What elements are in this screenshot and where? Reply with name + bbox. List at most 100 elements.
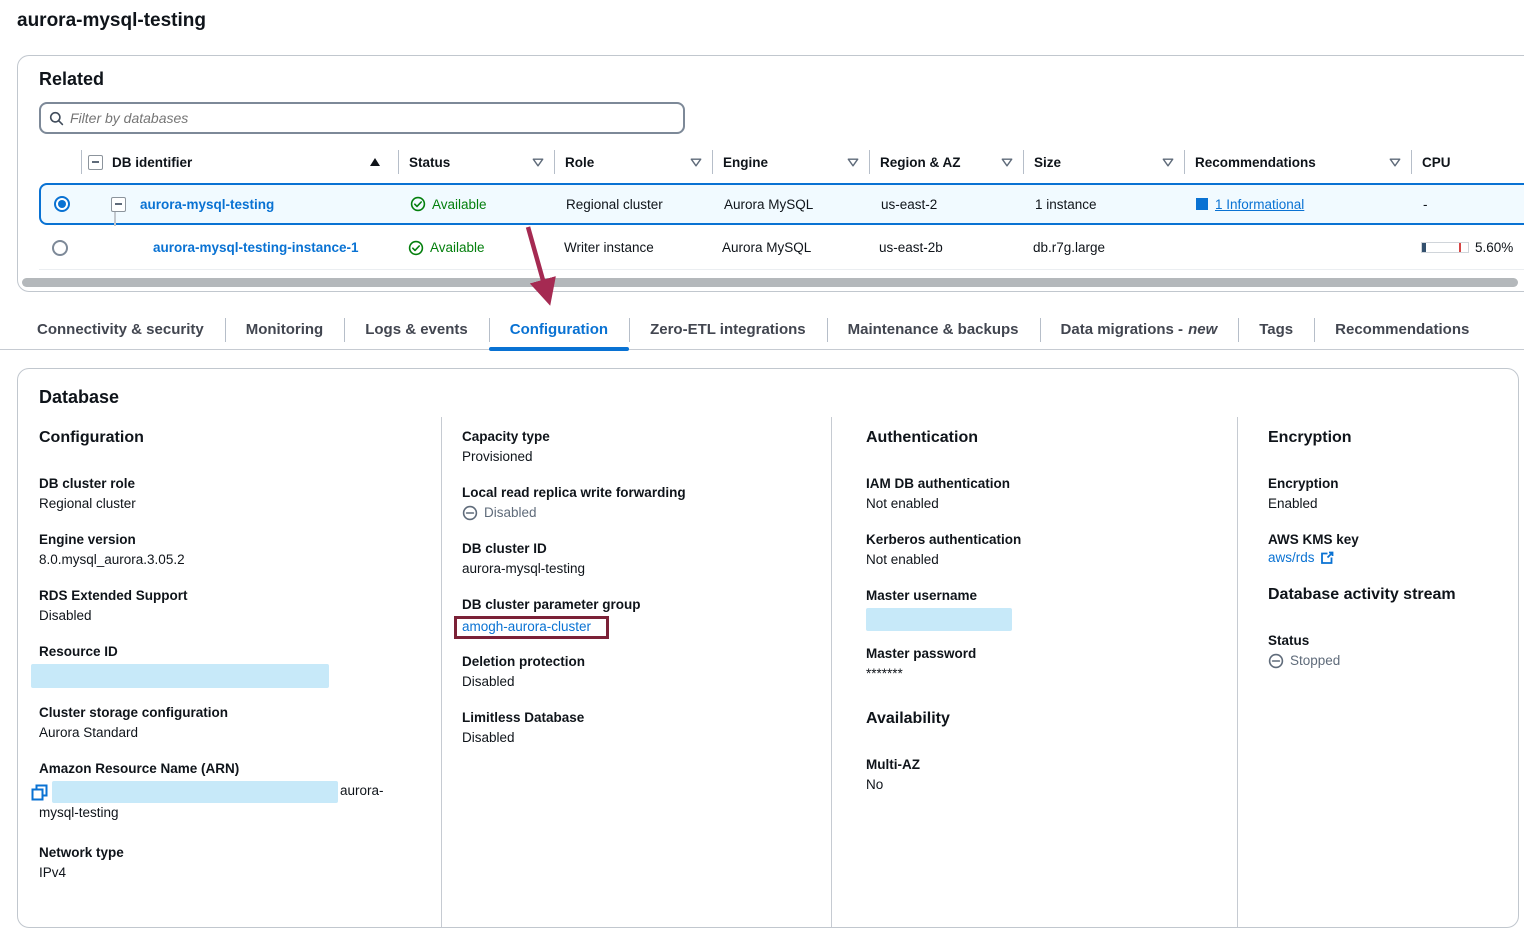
column-divider [1237, 417, 1238, 927]
cell-role: Writer instance [554, 226, 712, 269]
field-engine-version: Engine version 8.0.mysql_aurora.3.05.2 [39, 530, 419, 570]
cell-size: 1 instance [1025, 185, 1186, 223]
row-collapse-toggle[interactable] [111, 197, 126, 212]
informational-icon [1196, 198, 1208, 210]
capacity-column: Capacity type Provisioned Local read rep… [462, 427, 822, 764]
minus-circle-icon [1268, 653, 1284, 669]
status-available: Available [408, 240, 485, 256]
field-master-username: Master username [866, 586, 1226, 631]
field-master-password: Master password ******* [866, 644, 1226, 684]
field-db-cluster-parameter-group: DB cluster parameter group amogh-aurora-… [462, 595, 822, 639]
table-row-instance[interactable]: aurora-mysql-testing-instance-1 Availabl… [39, 226, 1524, 270]
cell-region: us-east-2 [871, 185, 1025, 223]
radio-cluster-selected[interactable] [54, 196, 70, 212]
field-db-cluster-role: DB cluster role Regional cluster [39, 474, 419, 514]
page-title: aurora-mysql-testing [17, 10, 206, 32]
tab-zero-etl-integrations[interactable]: Zero-ETL integrations [629, 310, 827, 349]
filter-icon[interactable] [1389, 158, 1401, 167]
field-resource-id: Resource ID [39, 642, 419, 688]
tab-monitoring[interactable]: Monitoring [225, 310, 344, 349]
field-multi-az: Multi-AZ No [866, 755, 1226, 795]
cell-engine: Aurora MySQL [712, 226, 869, 269]
external-link-icon [1320, 551, 1334, 565]
filter-icon[interactable] [847, 158, 859, 167]
tab-tags[interactable]: Tags [1238, 310, 1314, 349]
check-circle-icon [410, 196, 426, 212]
column-divider [831, 417, 832, 927]
configuration-heading: Configuration [39, 429, 419, 447]
header-size[interactable]: Size [1023, 150, 1184, 174]
header-cpu[interactable]: CPU [1411, 150, 1524, 174]
database-heading: Database [39, 387, 119, 408]
search-icon [49, 111, 64, 126]
parameter-group-link[interactable]: amogh-aurora-cluster [462, 619, 591, 634]
database-filter[interactable] [39, 102, 685, 134]
header-recommendations[interactable]: Recommendations [1184, 150, 1411, 174]
check-circle-icon [408, 240, 424, 256]
tab-connectivity-security[interactable]: Connectivity & security [16, 310, 225, 349]
tab-recommendations[interactable]: Recommendations [1314, 310, 1490, 349]
sort-ascending-icon[interactable] [370, 158, 380, 166]
header-select-column [39, 150, 81, 174]
encryption-column: Encryption Encryption Enabled AWS KMS ke… [1268, 429, 1508, 687]
tab-logs-events[interactable]: Logs & events [344, 310, 489, 349]
field-kerberos-authentication: Kerberos authentication Not enabled [866, 530, 1226, 570]
filter-icon[interactable] [690, 158, 702, 167]
kms-key-link[interactable]: aws/rds [1268, 550, 1315, 565]
database-activity-stream-heading: Database activity stream [1268, 586, 1508, 604]
redacted-resource-id [31, 664, 329, 688]
header-role[interactable]: Role [554, 150, 712, 174]
tab-data-migrations[interactable]: Data migrations -new [1040, 310, 1239, 349]
field-local-read-replica-write-forwarding: Local read replica write forwarding Disa… [462, 483, 822, 523]
encryption-heading: Encryption [1268, 429, 1508, 447]
copy-icon[interactable] [31, 784, 48, 801]
redacted-arn [52, 781, 338, 803]
collapse-all-toggle[interactable] [88, 155, 103, 170]
informational-link[interactable]: 1 Informational [1215, 197, 1304, 212]
field-encryption: Encryption Enabled [1268, 474, 1508, 514]
status-available: Available [410, 196, 487, 212]
field-cluster-storage-configuration: Cluster storage configuration Aurora Sta… [39, 703, 419, 743]
cpu-usage-bar [1421, 242, 1469, 253]
field-aws-kms-key: AWS KMS key aws/rds [1268, 530, 1508, 565]
field-db-cluster-id: DB cluster ID aurora-mysql-testing [462, 539, 822, 579]
annotation-box: amogh-aurora-cluster [454, 616, 609, 639]
filter-input[interactable] [70, 110, 675, 126]
cell-size: db.r7g.large [1023, 226, 1184, 269]
filter-icon[interactable] [1162, 158, 1174, 167]
minus-circle-icon [462, 505, 478, 521]
field-deletion-protection: Deletion protection Disabled [462, 652, 822, 692]
horizontal-scrollbar[interactable] [22, 278, 1518, 287]
header-status[interactable]: Status [398, 150, 554, 174]
header-engine[interactable]: Engine [712, 150, 869, 174]
radio-instance[interactable] [52, 240, 68, 256]
authentication-heading: Authentication [866, 429, 1226, 447]
field-arn: Amazon Resource Name (ARN) aurora- mysql… [39, 759, 419, 823]
authentication-column: Authentication IAM DB authentication Not… [866, 429, 1226, 811]
field-activity-stream-status: Status Stopped [1268, 631, 1508, 671]
instance-link[interactable]: aurora-mysql-testing-instance-1 [153, 240, 359, 255]
cell-engine: Aurora MySQL [714, 185, 871, 223]
detail-tabs: Connectivity & security Monitoring Logs … [0, 310, 1524, 350]
header-region-az[interactable]: Region & AZ [869, 150, 1023, 174]
related-panel: Related DB identifier Status Role Engine [17, 55, 1524, 292]
field-capacity-type: Capacity type Provisioned [462, 427, 822, 467]
cell-region: us-east-2b [869, 226, 1023, 269]
cluster-link[interactable]: aurora-mysql-testing [140, 197, 274, 212]
field-network-type: Network type IPv4 [39, 843, 419, 883]
filter-icon[interactable] [532, 158, 544, 167]
database-panel: Database Configuration DB cluster role R… [17, 368, 1519, 928]
header-db-identifier[interactable]: DB identifier [81, 150, 398, 174]
cell-cpu: - [1413, 185, 1524, 223]
tab-maintenance-backups[interactable]: Maintenance & backups [827, 310, 1040, 349]
redacted-master-username [866, 608, 1012, 631]
cpu-usage-label: 5.60% [1475, 240, 1513, 255]
field-rds-extended-support: RDS Extended Support Disabled [39, 586, 419, 626]
table-header: DB identifier Status Role Engine Region … [39, 146, 1524, 178]
column-divider [441, 417, 442, 927]
related-heading: Related [39, 69, 104, 90]
filter-icon[interactable] [1001, 158, 1013, 167]
cell-role: Regional cluster [556, 185, 714, 223]
tab-configuration[interactable]: Configuration [489, 310, 629, 349]
table-row-cluster[interactable]: aurora-mysql-testing Available Regional … [39, 183, 1524, 225]
